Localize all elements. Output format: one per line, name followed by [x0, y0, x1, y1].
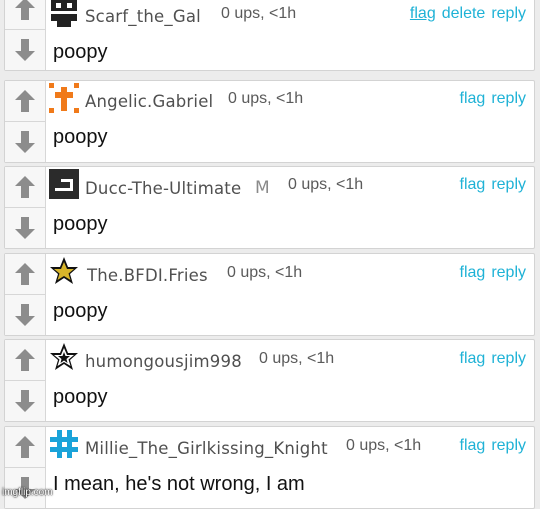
down-arrow-icon: [15, 304, 35, 326]
comment-meta: 0 ups, <1h: [221, 5, 297, 22]
comment-item: Angelic.Gabriel 0 ups, <1h flag reply poo…: [4, 80, 535, 163]
reply-link[interactable]: reply: [491, 350, 526, 367]
up-arrow-icon: [15, 436, 35, 458]
reply-link[interactable]: reply: [491, 5, 526, 22]
upvote-button[interactable]: [5, 0, 45, 30]
comment-username[interactable]: The.BFDI.Fries: [87, 266, 208, 285]
comment-actions: flag delete reply: [404, 5, 526, 23]
vote-column: [5, 0, 46, 70]
downvote-button[interactable]: [5, 30, 45, 70]
downvote-button[interactable]: [5, 295, 45, 335]
up-arrow-icon: [15, 349, 35, 371]
comment-meta: 0 ups, <1h: [228, 90, 304, 107]
flag-link[interactable]: flag: [460, 176, 486, 193]
comment-item: Millie_The_Girlkissing_Knight 0 ups, <1h…: [4, 426, 535, 509]
vote-column: [5, 81, 46, 162]
comment-meta: 0 ups, <1h: [346, 437, 422, 454]
comment-item: The.BFDI.Fries 0 ups, <1h flag reply poop…: [4, 253, 535, 336]
upvote-button[interactable]: [5, 340, 45, 381]
comment-actions: flag reply: [454, 264, 526, 282]
upvote-button[interactable]: [5, 167, 45, 208]
comment-text: poopy: [53, 126, 108, 148]
orange-cross-icon[interactable]: [49, 83, 79, 113]
delete-link[interactable]: delete: [442, 5, 486, 22]
comment-actions: flag reply: [454, 437, 526, 455]
black-white-star-icon[interactable]: [49, 342, 79, 372]
comment-username[interactable]: Angelic.Gabriel: [85, 92, 213, 111]
comment-meta: 0 ups, <1h: [227, 264, 303, 281]
moderator-badge: M: [255, 178, 270, 198]
comment-actions: flag reply: [454, 90, 526, 108]
flag-link[interactable]: flag: [460, 437, 486, 454]
vote-column: [5, 167, 46, 248]
blue-hashtag-icon[interactable]: [49, 429, 79, 459]
downvote-button[interactable]: [5, 381, 45, 421]
black-pixel-face-icon[interactable]: [49, 0, 79, 27]
downvote-button[interactable]: [5, 122, 45, 162]
gold-star-icon[interactable]: [49, 256, 79, 286]
vote-column: [5, 254, 46, 335]
up-arrow-icon: [15, 0, 35, 20]
reply-link[interactable]: reply: [491, 437, 526, 454]
up-arrow-icon: [15, 176, 35, 198]
comment-item: humongousjim998 0 ups, <1h flag reply poo…: [4, 339, 535, 422]
comment-text: poopy: [53, 41, 108, 63]
comment-text: poopy: [53, 213, 108, 235]
reply-link[interactable]: reply: [491, 264, 526, 281]
imgflip-watermark: imgflip.com: [2, 487, 53, 498]
flag-link[interactable]: flag: [460, 264, 486, 281]
comment-actions: flag reply: [454, 176, 526, 194]
vote-column: [5, 340, 46, 421]
down-arrow-icon: [15, 131, 35, 153]
comment-item: Scarf_the_Gal 0 ups, <1h flag delete reply…: [4, 0, 535, 71]
reply-link[interactable]: reply: [491, 176, 526, 193]
down-arrow-icon: [15, 217, 35, 239]
comment-username[interactable]: Millie_The_Girlkissing_Knight: [85, 439, 328, 458]
flag-link[interactable]: flag: [460, 350, 486, 367]
downvote-button[interactable]: [5, 208, 45, 248]
comment-username[interactable]: Scarf_the_Gal: [85, 7, 201, 26]
upvote-button[interactable]: [5, 427, 45, 468]
comment-text: poopy: [53, 386, 108, 408]
comment-text: poopy: [53, 300, 108, 322]
down-arrow-icon: [15, 39, 35, 61]
comment-item: Ducc-The-Ultimate M 0 ups, <1h flag reply…: [4, 166, 535, 249]
upvote-button[interactable]: [5, 81, 45, 122]
comment-username[interactable]: humongousjim998: [85, 352, 242, 371]
up-arrow-icon: [15, 263, 35, 285]
up-arrow-icon: [15, 90, 35, 112]
comment-meta: 0 ups, <1h: [259, 350, 335, 367]
upvote-button[interactable]: [5, 254, 45, 295]
comment-meta: 0 ups, <1h: [288, 176, 364, 193]
reply-link[interactable]: reply: [491, 90, 526, 107]
comment-text: I mean, he's not wrong, I am: [53, 473, 305, 495]
flag-link[interactable]: flag: [410, 5, 436, 22]
black-block-logo-icon[interactable]: [49, 169, 79, 199]
down-arrow-icon: [15, 390, 35, 412]
comment-actions: flag reply: [454, 350, 526, 368]
comment-username[interactable]: Ducc-The-Ultimate: [85, 179, 241, 198]
flag-link[interactable]: flag: [460, 90, 486, 107]
